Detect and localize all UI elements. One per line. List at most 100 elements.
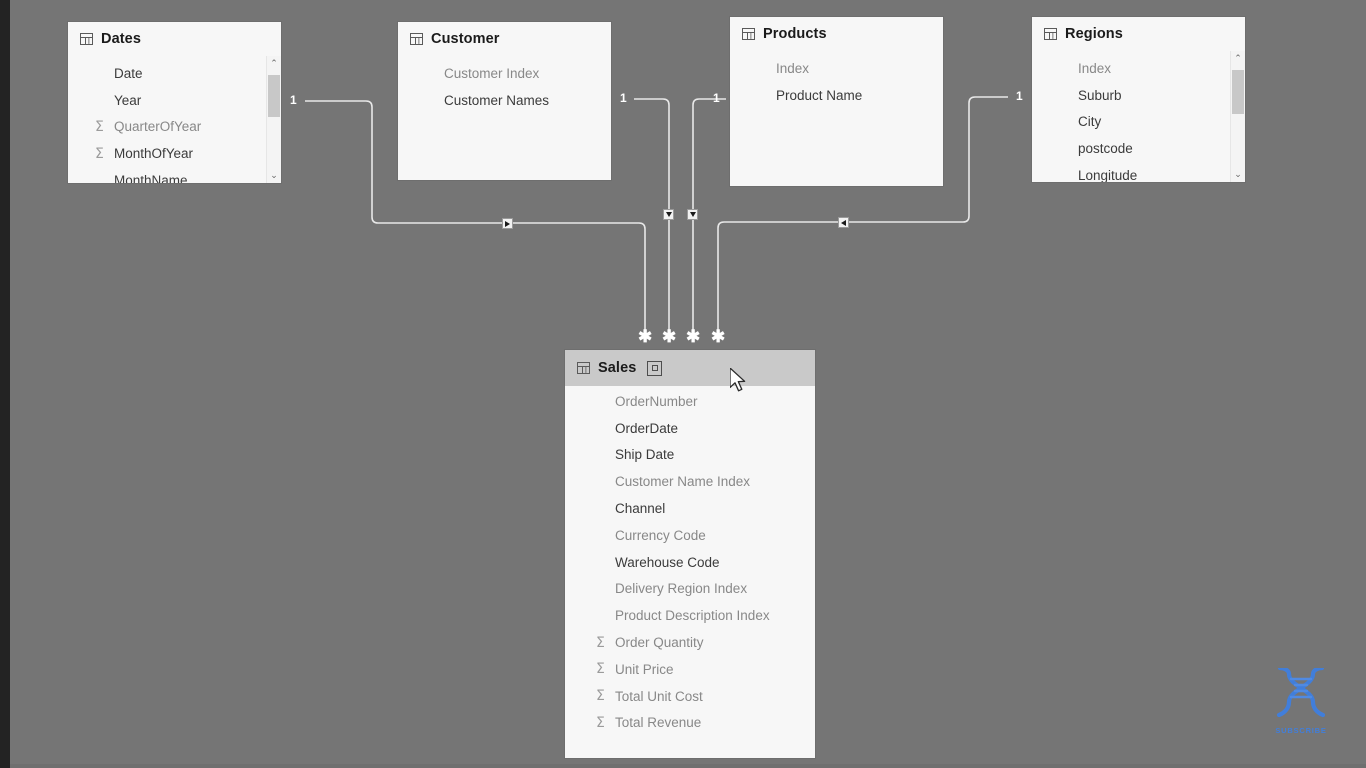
scrollbar-track[interactable] [267,71,281,168]
field-row[interactable]: Date [68,60,281,87]
table-scrollbar-regions[interactable]: ⌃ ⌄ [1230,51,1245,182]
model-view-canvas[interactable]: 1 1 1 1 ✱ ✱ ✱ ✱ Dates Date Year Σ Quarter… [0,0,1366,768]
table-fields-products: Index Product Name [730,51,943,109]
table-card-regions[interactable]: Regions Index Suburb City postcode Longi… [1032,17,1245,182]
table-header-regions[interactable]: Regions [1032,17,1245,51]
dna-helix-icon [1276,665,1326,718]
field-label: Date [114,65,143,81]
table-card-products[interactable]: Products Index Product Name [730,17,943,186]
cardinality-many-regions: ✱ [711,327,726,346]
subscribe-watermark: SUBSCRIBE [1262,665,1340,735]
field-row[interactable]: Index [730,55,943,82]
field-row[interactable]: Σ QuarterOfYear [68,114,281,141]
cardinality-many-dates: ✱ [638,327,653,346]
table-icon [410,33,423,45]
sigma-icon: Σ [596,714,605,731]
field-label: postcode [1078,141,1133,157]
table-icon [1044,28,1057,40]
sigma-icon: Σ [596,661,605,678]
scrollbar-track[interactable] [1231,66,1245,167]
field-label: MonthOfYear [114,146,194,162]
scrollbar-thumb[interactable] [268,75,280,117]
field-row[interactable]: Warehouse Code [565,549,815,576]
field-row[interactable]: postcode [1032,135,1245,162]
filter-direction-arrow-regions-sales[interactable] [838,217,849,228]
field-label: Ship Date [615,447,675,463]
field-label: Index [776,60,810,76]
scroll-up-icon[interactable]: ⌃ [1231,51,1246,66]
field-label: QuarterOfYear [114,119,202,135]
table-icon [80,33,93,45]
filter-direction-arrow-dates-sales[interactable] [502,218,513,229]
table-title: Regions [1065,26,1123,42]
sigma-icon: Σ [95,145,104,162]
field-row[interactable]: OrderNumber [565,388,815,415]
field-row[interactable]: Year [68,87,281,114]
field-row[interactable]: Σ Order Quantity [565,629,815,656]
scroll-down-icon[interactable]: ⌄ [1231,167,1246,182]
field-label: Suburb [1078,87,1122,103]
field-label: Warehouse Code [615,554,720,570]
table-fields-regions: Index Suburb City postcode Longitude [1032,51,1245,182]
field-row[interactable]: Longitude [1032,162,1245,182]
field-label: MonthName [114,173,188,183]
scroll-down-icon[interactable]: ⌄ [267,168,282,183]
field-label: Longitude [1078,168,1138,182]
field-row[interactable]: Σ MonthOfYear [68,140,281,167]
field-row[interactable]: Product Description Index [565,602,815,629]
table-card-customer[interactable]: Customer Customer Index Customer Names [398,22,611,180]
field-row[interactable]: Customer Name Index [565,468,815,495]
window-bottom-edge [0,764,1366,768]
field-row[interactable]: Product Name [730,82,943,109]
field-label: OrderDate [615,420,679,436]
table-scrollbar-dates[interactable]: ⌃ ⌄ [266,56,281,183]
field-row[interactable]: Suburb [1032,82,1245,109]
field-row[interactable]: Σ Unit Price [565,656,815,683]
field-label: Channel [615,501,666,517]
expand-focus-icon[interactable] [647,360,663,376]
field-label: Year [114,92,142,108]
field-row[interactable]: City [1032,109,1245,136]
mouse-cursor [730,368,746,392]
table-header-sales[interactable]: Sales [565,350,815,386]
field-label: Currency Code [615,527,706,543]
field-row[interactable]: Currency Code [565,522,815,549]
field-row[interactable]: Delivery Region Index [565,576,815,603]
field-label: Unit Price [615,661,674,677]
field-label: Order Quantity [615,635,704,651]
field-row[interactable]: MonthName [68,167,281,183]
table-title: Sales [598,360,637,376]
field-row[interactable]: Customer Names [398,87,611,114]
table-icon [742,28,755,40]
field-label: Product Name [776,87,863,103]
field-label: Total Revenue [615,715,702,731]
filter-direction-arrow-customer-sales[interactable] [663,209,674,220]
field-row[interactable]: OrderDate [565,415,815,442]
field-row[interactable]: Ship Date [565,442,815,469]
field-row[interactable]: Index [1032,55,1245,82]
filter-direction-arrow-products-sales[interactable] [687,209,698,220]
sigma-icon: Σ [596,688,605,705]
field-label: OrderNumber [615,393,698,409]
scroll-up-icon[interactable]: ⌃ [267,56,282,71]
cardinality-many-products: ✱ [686,327,701,346]
field-row[interactable]: Σ Total Revenue [565,710,815,737]
field-label: Customer Names [444,92,550,108]
table-header-customer[interactable]: Customer [398,22,611,56]
field-row[interactable]: Σ Total Unit Cost [565,683,815,710]
field-label: Delivery Region Index [615,581,748,597]
cardinality-many-customer: ✱ [662,327,677,346]
field-label: Customer Index [444,65,540,81]
scrollbar-thumb[interactable] [1232,70,1244,114]
table-header-dates[interactable]: Dates [68,22,281,56]
cardinality-one-dates: 1 [290,93,297,107]
cardinality-one-regions: 1 [1016,89,1023,103]
field-row[interactable]: Channel [565,495,815,522]
field-label: Index [1078,60,1112,76]
table-title: Products [763,26,827,42]
table-card-dates[interactable]: Dates Date Year Σ QuarterOfYear Σ MonthOfY… [68,22,281,183]
table-header-products[interactable]: Products [730,17,943,51]
cardinality-one-customer: 1 [620,91,627,105]
field-row[interactable]: Customer Index [398,60,611,87]
table-card-sales[interactable]: Sales OrderNumber OrderDate Ship Date Cu… [565,350,815,758]
